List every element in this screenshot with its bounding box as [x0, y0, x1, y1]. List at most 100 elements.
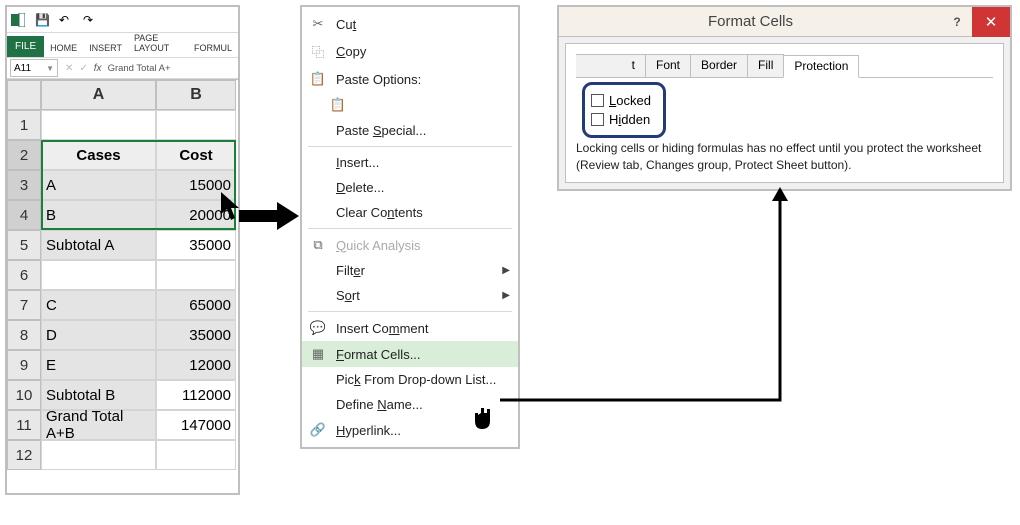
menu-item-icon: ✂	[308, 16, 328, 32]
cell[interactable]	[156, 440, 236, 470]
menu-item[interactable]: Sort▶	[302, 283, 518, 308]
menu-item[interactable]: Clear Contents	[302, 200, 518, 225]
cell[interactable]: Subtotal B	[41, 380, 156, 410]
formula-bar: A11 ▼ ✕ ✓ fx Grand Total A+	[7, 57, 238, 79]
menu-item[interactable]: Delete...	[302, 175, 518, 200]
cell[interactable]: 35000	[156, 230, 236, 260]
menu-item-label: Sort	[336, 288, 510, 303]
submenu-arrow-icon: ▶	[502, 265, 510, 276]
row-header[interactable]: 10	[7, 380, 41, 410]
excel-icon	[11, 13, 25, 27]
checkbox-hidden[interactable]	[591, 113, 604, 126]
tab-fill[interactable]: Fill	[747, 54, 784, 77]
cell[interactable]	[41, 440, 156, 470]
menu-item-label: Clear Contents	[336, 205, 510, 220]
row-header[interactable]: 3	[7, 170, 41, 200]
dialog-body: t Font Border Fill Protection Locked Hid…	[565, 43, 1004, 183]
cell[interactable]: Subtotal A	[41, 230, 156, 260]
row-header[interactable]: 7	[7, 290, 41, 320]
save-icon[interactable]: 💾	[35, 13, 49, 27]
checkbox-locked[interactable]	[591, 94, 604, 107]
cell[interactable]	[156, 110, 236, 140]
cell[interactable]: A	[41, 170, 156, 200]
format-cells-dialog: Format Cells ? ✕ t Font Border Fill Prot…	[557, 5, 1012, 191]
tab-file[interactable]: FILE	[7, 36, 44, 57]
formula-input[interactable]: Grand Total A+	[106, 63, 171, 74]
close-button[interactable]: ✕	[972, 7, 1010, 37]
ribbon-tabs: FILE HOME INSERT PAGE LAYOUT FORMUL	[7, 33, 238, 57]
help-button[interactable]: ?	[942, 15, 972, 29]
checkbox-hidden-row[interactable]: Hidden	[591, 110, 651, 129]
menu-item-label: Filter	[336, 263, 510, 278]
menu-item[interactable]: Paste Special...	[302, 118, 518, 143]
spreadsheet-grid[interactable]: A B 12CasesCost3A150004B200005Subtotal A…	[7, 79, 238, 493]
menu-item[interactable]: ⿻ Copy	[302, 37, 518, 66]
menu-item[interactable]: Filter▶	[302, 258, 518, 283]
tab-page-layout[interactable]: PAGE LAYOUT	[128, 29, 188, 57]
cancel-icon[interactable]: ✕	[65, 63, 73, 74]
col-header-a[interactable]: A	[41, 80, 156, 110]
menu-item[interactable]: Insert...	[302, 150, 518, 175]
cell[interactable]: Grand Total A+B	[41, 410, 156, 440]
cell[interactable]: 35000	[156, 320, 236, 350]
menu-item[interactable]: 💬Insert Comment	[302, 315, 518, 341]
row-header[interactable]: 5	[7, 230, 41, 260]
cell[interactable]	[41, 110, 156, 140]
tab-protection[interactable]: Protection	[783, 55, 859, 78]
cell[interactable]: 65000	[156, 290, 236, 320]
menu-item-label: Copy	[336, 44, 510, 59]
tab-home[interactable]: HOME	[44, 39, 83, 57]
menu-item-icon: 📋	[308, 71, 328, 87]
tab-formulas[interactable]: FORMUL	[188, 39, 238, 57]
tab-border[interactable]: Border	[690, 54, 748, 77]
cell[interactable]: 147000	[156, 410, 236, 440]
redo-icon[interactable]: ↷	[83, 13, 97, 27]
fx-controls: ✕ ✓ fx	[61, 63, 106, 74]
checkbox-locked-row[interactable]: Locked	[591, 91, 651, 110]
cell[interactable]: E	[41, 350, 156, 380]
menu-item-icon: 🔗	[308, 422, 328, 438]
row-header[interactable]: 4	[7, 200, 41, 230]
check-icon[interactable]: ✓	[79, 63, 87, 74]
row-header[interactable]: 8	[7, 320, 41, 350]
cell[interactable]: D	[41, 320, 156, 350]
cell[interactable]	[156, 260, 236, 290]
row-header[interactable]: 9	[7, 350, 41, 380]
cell[interactable]: C	[41, 290, 156, 320]
menu-item[interactable]: ✂ Cut	[302, 11, 518, 37]
cell[interactable]: Cost	[156, 140, 236, 170]
row-header[interactable]: 11	[7, 410, 41, 440]
menu-item[interactable]: 📋	[302, 92, 518, 118]
arrow-to-dialog	[500, 185, 800, 418]
menu-separator	[308, 146, 512, 147]
cell[interactable]: B	[41, 200, 156, 230]
fx-icon[interactable]: fx	[94, 63, 102, 74]
checkbox-locked-label: Locked	[609, 93, 651, 108]
menu-item[interactable]: Pick From Drop-down List...	[302, 367, 518, 392]
menu-item-label: Cut	[336, 17, 510, 32]
menu-item-icon: ⿻	[308, 42, 328, 61]
tab-number-cut[interactable]: t	[576, 54, 646, 77]
menu-item[interactable]: ▦Format Cells...	[302, 341, 518, 367]
menu-item-icon: ▦	[308, 346, 328, 362]
menu-item-label: Delete...	[336, 180, 510, 195]
undo-icon[interactable]: ↶	[59, 13, 73, 27]
cell[interactable]: 12000	[156, 350, 236, 380]
cell[interactable]: 112000	[156, 380, 236, 410]
protection-checks-highlight: Locked Hidden	[582, 82, 666, 138]
cell[interactable]: Cases	[41, 140, 156, 170]
menu-item-label: Insert...	[336, 155, 510, 170]
cell[interactable]	[41, 260, 156, 290]
row-header[interactable]: 2	[7, 140, 41, 170]
row-header[interactable]: 1	[7, 110, 41, 140]
col-header-b[interactable]: B	[156, 80, 236, 110]
menu-item-label: Pick From Drop-down List...	[336, 372, 510, 387]
row-header[interactable]: 6	[7, 260, 41, 290]
row-header[interactable]: 12	[7, 440, 41, 470]
tab-font[interactable]: Font	[645, 54, 691, 77]
menu-item[interactable]: 📋Paste Options:	[302, 66, 518, 92]
menu-separator	[308, 311, 512, 312]
select-all-corner[interactable]	[7, 80, 41, 110]
tab-insert[interactable]: INSERT	[83, 39, 128, 57]
name-box[interactable]: A11 ▼	[10, 59, 58, 77]
